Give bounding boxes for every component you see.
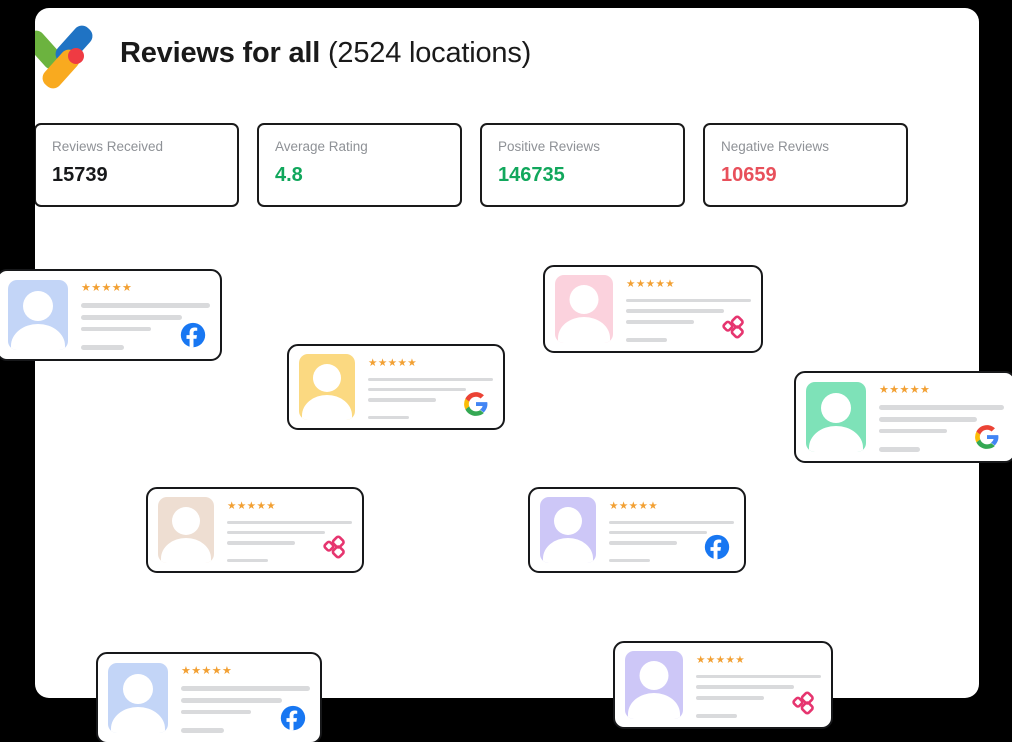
facebook-icon[interactable]	[280, 705, 306, 731]
avatar	[540, 497, 596, 563]
text-line	[368, 377, 493, 381]
rating-stars: ★★★★★	[181, 665, 233, 677]
review-content: ★★★★★	[355, 355, 493, 419]
avatar	[158, 497, 214, 563]
text-line	[626, 320, 694, 325]
page-title: Reviews for all (2524 locations)	[120, 36, 532, 69]
review-card[interactable]: ★★★★★	[287, 344, 505, 430]
yelp-icon[interactable]	[721, 314, 747, 340]
text-line	[181, 728, 224, 733]
text-line	[227, 541, 295, 545]
page-title-locations: (2524 locations)	[327, 36, 532, 69]
dashboard-header: Reviews for all (2524 locations)	[21, 21, 532, 93]
review-card[interactable]: ★★★★★	[528, 487, 746, 573]
text-line	[81, 326, 151, 332]
review-content: ★★★★★	[168, 663, 310, 733]
avatar	[108, 663, 168, 733]
text-line	[81, 314, 182, 320]
stat-card-negative-reviews[interactable]: Negative Reviews 10659	[703, 123, 908, 207]
rating-stars: ★★★★★	[696, 654, 746, 666]
rating-stars: ★★★★★	[227, 500, 277, 512]
stat-value: 10659	[721, 164, 777, 187]
screenshot-root: Reviews for all (2524 locations) Reviews…	[0, 0, 1012, 742]
stat-card-average-rating[interactable]: Average Rating 4.8	[257, 123, 462, 207]
stat-card-reviews-received[interactable]: Reviews Received 15739	[34, 123, 239, 207]
facebook-icon[interactable]	[180, 322, 206, 348]
stat-label: Average Rating	[275, 139, 368, 154]
stat-label: Positive Reviews	[498, 139, 601, 154]
rating-stars: ★★★★★	[879, 384, 931, 396]
text-line	[609, 520, 734, 524]
text-line	[879, 428, 947, 434]
avatar	[806, 382, 866, 452]
stat-value: 15739	[52, 164, 108, 187]
text-line	[368, 398, 436, 402]
yelp-icon[interactable]	[322, 534, 348, 560]
page-margin-bottom-left	[0, 698, 96, 742]
text-line	[181, 686, 310, 691]
review-card[interactable]: ★★★★★	[96, 652, 322, 742]
stat-label: Negative Reviews	[721, 139, 830, 154]
yelp-icon[interactable]	[791, 690, 817, 716]
text-line	[879, 447, 921, 452]
text-line	[227, 520, 352, 524]
text-line	[626, 298, 751, 303]
review-content: ★★★★★	[613, 276, 751, 342]
text-line	[81, 345, 124, 350]
stat-card-positive-reviews[interactable]: Positive Reviews 146735	[480, 123, 685, 207]
google-icon[interactable]	[463, 391, 489, 417]
stat-label: Reviews Received	[52, 139, 164, 154]
review-content: ★★★★★	[866, 382, 1004, 452]
text-line	[626, 338, 668, 342]
text-line	[368, 415, 410, 419]
review-content: ★★★★★	[68, 280, 210, 350]
review-content: ★★★★★	[214, 498, 352, 562]
text-line	[181, 709, 251, 715]
review-content: ★★★★★	[596, 498, 734, 562]
review-card[interactable]: ★★★★★	[543, 265, 763, 353]
avatar	[555, 275, 613, 343]
rating-stars: ★★★★★	[368, 357, 418, 369]
avatar	[8, 280, 68, 350]
reviews-app-logo-icon	[21, 21, 97, 93]
text-line	[227, 558, 269, 562]
text-line	[696, 674, 821, 679]
stat-value: 4.8	[275, 164, 303, 187]
page-title-main: Reviews for all	[120, 36, 321, 69]
review-card[interactable]: ★★★★★	[613, 641, 833, 729]
text-line	[696, 696, 764, 701]
text-line	[609, 530, 707, 535]
stats-row: Reviews Received 15739 Average Rating 4.…	[34, 123, 908, 207]
text-line	[696, 714, 738, 718]
review-card[interactable]: ★★★★★	[794, 371, 1012, 463]
avatar	[299, 354, 355, 420]
rating-stars: ★★★★★	[626, 278, 676, 290]
logo-red-dot	[68, 48, 84, 64]
text-line	[879, 405, 1004, 410]
text-line	[609, 541, 677, 545]
page-margin-bottom-right	[833, 698, 1012, 742]
facebook-icon[interactable]	[704, 534, 730, 560]
page-margin-left-top	[0, 0, 35, 269]
text-line	[626, 309, 724, 314]
page-margin-left-bottom	[0, 361, 35, 742]
text-line	[368, 387, 466, 392]
text-line	[227, 530, 325, 535]
avatar	[625, 651, 683, 719]
text-line	[696, 685, 794, 690]
text-line	[879, 416, 977, 422]
page-margin-right-top	[979, 0, 1012, 371]
google-icon[interactable]	[974, 424, 1000, 450]
text-line	[609, 558, 651, 562]
review-card[interactable]: ★★★★★	[0, 269, 222, 361]
review-content: ★★★★★	[683, 652, 821, 718]
page-margin-bottom-mid	[322, 698, 613, 742]
rating-stars: ★★★★★	[609, 500, 659, 512]
text-line	[81, 303, 210, 308]
text-line	[181, 697, 282, 703]
review-card[interactable]: ★★★★★	[146, 487, 364, 573]
rating-stars: ★★★★★	[81, 282, 133, 294]
stat-value: 146735	[498, 164, 565, 187]
